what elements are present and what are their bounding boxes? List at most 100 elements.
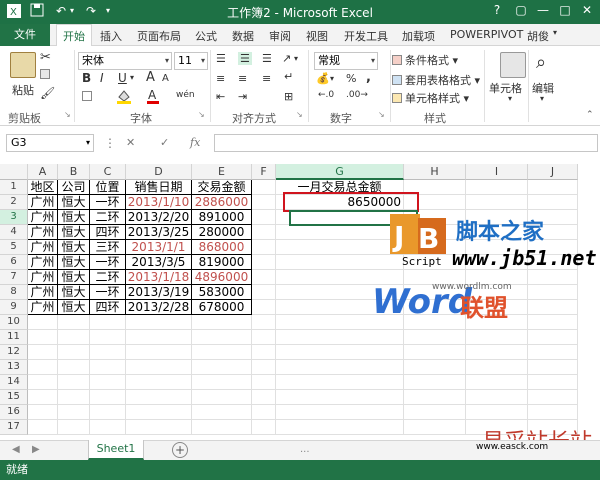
cell[interactable] xyxy=(28,360,58,375)
tab-add-ins[interactable]: 加载项 xyxy=(402,28,435,44)
header-cell[interactable]: 交易金额 xyxy=(192,180,252,195)
cell[interactable] xyxy=(276,360,404,375)
data-cell[interactable]: 恒大 xyxy=(58,285,90,300)
decrease-indent-icon[interactable]: ⇤ xyxy=(216,90,225,103)
paste-button[interactable]: 粘贴 xyxy=(12,82,34,98)
cell[interactable] xyxy=(90,405,126,420)
data-cell[interactable]: 恒大 xyxy=(58,270,90,285)
row-header-8[interactable]: 8 xyxy=(0,285,28,300)
next-sheet-icon[interactable]: ▶ xyxy=(32,444,40,455)
cell[interactable] xyxy=(528,315,578,330)
cell[interactable] xyxy=(90,375,126,390)
row-header-5[interactable]: 5 xyxy=(0,240,28,255)
cell[interactable] xyxy=(252,300,276,315)
cell[interactable] xyxy=(528,390,578,405)
cell[interactable] xyxy=(252,420,276,435)
column-header-i[interactable]: I xyxy=(466,164,528,180)
data-cell[interactable]: 广州 xyxy=(28,270,58,285)
tab-formulas[interactable]: 公式 xyxy=(195,28,217,44)
data-cell[interactable]: 2013/1/1 xyxy=(126,240,192,255)
data-cell[interactable]: 四环 xyxy=(90,300,126,315)
cell[interactable] xyxy=(28,375,58,390)
row-header-13[interactable]: 13 xyxy=(0,360,28,375)
cell[interactable] xyxy=(192,390,252,405)
cut-icon[interactable]: ✂ xyxy=(40,50,51,65)
column-header-j[interactable]: J xyxy=(528,164,578,180)
cell[interactable] xyxy=(252,210,276,225)
fill-color-icon[interactable] xyxy=(116,88,132,107)
close-button[interactable]: ✕ xyxy=(576,3,598,17)
row-header-4[interactable]: 4 xyxy=(0,225,28,240)
column-header-e[interactable]: E xyxy=(192,164,252,180)
number-launcher-icon[interactable]: ↘ xyxy=(378,110,385,119)
cell[interactable] xyxy=(404,420,466,435)
data-cell[interactable]: 2886000 xyxy=(192,195,252,210)
cell[interactable] xyxy=(58,360,90,375)
cell[interactable] xyxy=(192,405,252,420)
increase-indent-icon[interactable]: ⇥ xyxy=(238,90,247,103)
data-cell[interactable]: 一环 xyxy=(90,195,126,210)
format-as-table-button[interactable]: 套用表格格式 ▾ xyxy=(392,72,480,88)
merge-center-icon[interactable]: ⊞ xyxy=(284,90,293,103)
tab-insert[interactable]: 插入 xyxy=(100,28,122,44)
cell[interactable] xyxy=(252,375,276,390)
cell[interactable] xyxy=(528,330,578,345)
ribbon-display-options-button[interactable]: ▢ xyxy=(510,3,532,17)
italic-button[interactable]: I xyxy=(100,71,104,85)
cell[interactable] xyxy=(528,270,578,285)
header-cell[interactable]: 公司 xyxy=(58,180,90,195)
column-header-b[interactable]: B xyxy=(58,164,90,180)
tab-review[interactable]: 审阅 xyxy=(269,28,291,44)
comma-style-button[interactable]: , xyxy=(366,70,371,85)
shrink-font-button[interactable]: A xyxy=(162,73,169,84)
copy-icon[interactable] xyxy=(40,68,53,81)
header-cell[interactable]: 销售日期 xyxy=(126,180,192,195)
data-cell[interactable]: 恒大 xyxy=(58,195,90,210)
cell[interactable] xyxy=(276,405,404,420)
editing-dropdown-icon[interactable]: ▾ xyxy=(540,94,544,103)
data-cell[interactable]: 868000 xyxy=(192,240,252,255)
format-painter-icon[interactable]: 🖌 xyxy=(40,86,55,100)
row-header-10[interactable]: 10 xyxy=(0,315,28,330)
cell[interactable] xyxy=(466,195,528,210)
cells-dropdown-icon[interactable]: ▾ xyxy=(508,94,512,103)
cell[interactable] xyxy=(252,315,276,330)
cell[interactable] xyxy=(58,345,90,360)
tab-data[interactable]: 数据 xyxy=(232,28,254,44)
cell[interactable] xyxy=(192,420,252,435)
user-dropdown-icon[interactable]: ▾ xyxy=(553,28,557,37)
cell[interactable] xyxy=(528,360,578,375)
collapse-ribbon-icon[interactable]: ⌃ xyxy=(586,110,594,120)
column-header-a[interactable]: A xyxy=(28,164,58,180)
data-cell[interactable]: 三环 xyxy=(90,240,126,255)
row-header-9[interactable]: 9 xyxy=(0,300,28,315)
cell[interactable] xyxy=(28,405,58,420)
cell[interactable] xyxy=(466,345,528,360)
decrease-decimal-icon[interactable]: .00→ xyxy=(346,90,368,100)
cell[interactable] xyxy=(28,345,58,360)
data-cell[interactable]: 280000 xyxy=(192,225,252,240)
paste-icon[interactable] xyxy=(10,52,36,78)
cell[interactable] xyxy=(192,345,252,360)
name-box[interactable]: G3 ▾ xyxy=(6,134,94,152)
data-cell[interactable]: 广州 xyxy=(28,195,58,210)
minimize-button[interactable]: — xyxy=(532,3,554,17)
conditional-formatting-button[interactable]: 条件格式 ▾ xyxy=(392,52,458,68)
cell[interactable] xyxy=(58,405,90,420)
help-button[interactable]: ? xyxy=(486,3,508,17)
cell[interactable] xyxy=(252,180,276,195)
data-cell[interactable]: 恒大 xyxy=(58,225,90,240)
cell[interactable] xyxy=(126,345,192,360)
cell[interactable] xyxy=(126,330,192,345)
cell[interactable] xyxy=(528,405,578,420)
data-cell[interactable]: 广州 xyxy=(28,285,58,300)
data-cell[interactable]: 2013/3/5 xyxy=(126,255,192,270)
data-cell[interactable]: 广州 xyxy=(28,300,58,315)
cell[interactable] xyxy=(276,240,404,255)
data-cell[interactable]: 678000 xyxy=(192,300,252,315)
font-name-combo[interactable]: 宋体 ▾ xyxy=(78,52,172,70)
data-cell[interactable]: 819000 xyxy=(192,255,252,270)
data-cell[interactable]: 2013/3/25 xyxy=(126,225,192,240)
cell[interactable] xyxy=(90,330,126,345)
cell[interactable] xyxy=(252,225,276,240)
